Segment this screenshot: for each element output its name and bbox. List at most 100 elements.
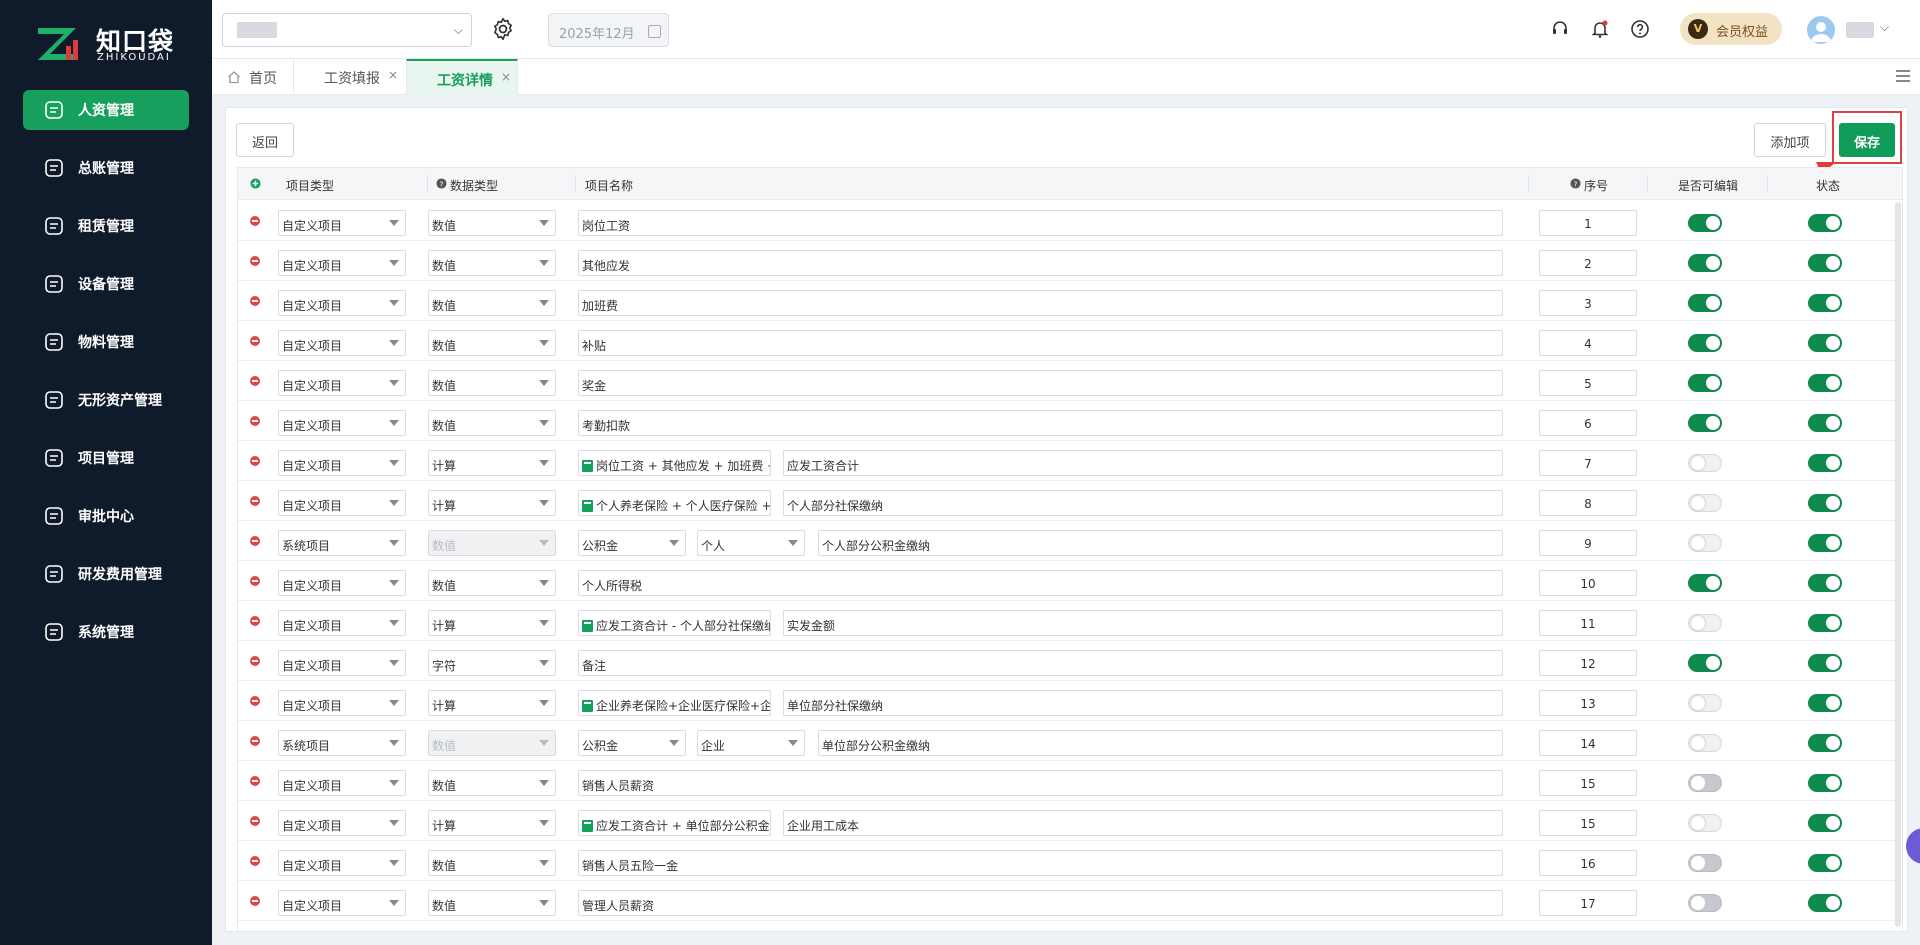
data-type-select[interactable]: 数值 [428, 570, 556, 596]
item-name-input[interactable]: 加班费 [578, 290, 1503, 316]
editable-toggle[interactable] [1688, 654, 1722, 672]
user-avatar[interactable] [1807, 16, 1835, 44]
sidebar-item-3[interactable]: 设备管理 [23, 264, 189, 304]
remove-row-icon[interactable] [250, 256, 260, 266]
seq-input[interactable]: 2 [1539, 250, 1637, 276]
seq-input[interactable]: 9 [1539, 530, 1637, 556]
editable-toggle[interactable] [1688, 734, 1722, 752]
seq-input[interactable]: 5 [1539, 370, 1637, 396]
item-name-input[interactable]: 管理人员薪资 [578, 890, 1503, 916]
remove-row-icon[interactable] [250, 216, 260, 226]
item-type-select[interactable]: 自定义项目 [278, 250, 406, 276]
seq-input[interactable]: 3 [1539, 290, 1637, 316]
data-type-select[interactable]: 数值 [428, 210, 556, 236]
remove-row-icon[interactable] [250, 736, 260, 746]
settings-gear-icon[interactable] [490, 16, 516, 42]
status-toggle[interactable] [1808, 574, 1842, 592]
add-row-icon[interactable] [250, 178, 261, 192]
status-toggle[interactable] [1808, 614, 1842, 632]
item-name-input[interactable]: 企业用工成本 [783, 810, 1503, 836]
chat-widget-icon[interactable] [1906, 828, 1920, 864]
editable-toggle[interactable] [1688, 334, 1722, 352]
item-name-input[interactable]: 个人部分社保缴纳 [783, 490, 1503, 516]
seq-input[interactable]: 16 [1539, 850, 1637, 876]
status-toggle[interactable] [1808, 214, 1842, 232]
status-toggle[interactable] [1808, 814, 1842, 832]
remove-row-icon[interactable] [250, 776, 260, 786]
tab-salary-entry[interactable]: 工资填报 × [294, 59, 418, 95]
seq-input[interactable]: 6 [1539, 410, 1637, 436]
editable-toggle[interactable] [1688, 574, 1722, 592]
data-type-select[interactable]: 计算 [428, 690, 556, 716]
item-name-input[interactable]: 备注 [578, 650, 1503, 676]
remove-row-icon[interactable] [250, 616, 260, 626]
data-type-select[interactable]: 数值 [428, 890, 556, 916]
sidebar-item-8[interactable]: 研发费用管理 [23, 554, 189, 594]
data-type-select[interactable]: 数值 [428, 770, 556, 796]
editable-toggle[interactable] [1688, 494, 1722, 512]
sidebar-item-5[interactable]: 无形资产管理 [23, 380, 189, 420]
remove-row-icon[interactable] [250, 496, 260, 506]
status-toggle[interactable] [1808, 494, 1842, 512]
data-type-select[interactable]: 数值 [428, 330, 556, 356]
item-name-input[interactable]: 应发工资合计 [783, 450, 1503, 476]
month-picker[interactable]: 2025年12月 [548, 13, 669, 47]
item-type-select[interactable]: 自定义项目 [278, 690, 406, 716]
user-name-redacted[interactable] [1846, 22, 1874, 38]
sidebar-item-0[interactable]: 人资管理 [23, 90, 189, 130]
data-type-select[interactable]: 字符 [428, 650, 556, 676]
item-type-select[interactable]: 自定义项目 [278, 570, 406, 596]
item-type-select[interactable]: 自定义项目 [278, 210, 406, 236]
item-name-input[interactable]: 岗位工资 [578, 210, 1503, 236]
status-toggle[interactable] [1808, 774, 1842, 792]
item-type-select[interactable]: 自定义项目 [278, 650, 406, 676]
item-type-select[interactable]: 自定义项目 [278, 890, 406, 916]
remove-row-icon[interactable] [250, 856, 260, 866]
item-type-select[interactable]: 自定义项目 [278, 490, 406, 516]
sidebar-item-6[interactable]: 项目管理 [23, 438, 189, 478]
status-toggle[interactable] [1808, 694, 1842, 712]
data-type-select[interactable]: 数值 [428, 290, 556, 316]
tab-home[interactable]: 首页 [212, 59, 294, 95]
editable-toggle[interactable] [1688, 374, 1722, 392]
data-type-select[interactable]: 计算 [428, 450, 556, 476]
item-type-select[interactable]: 自定义项目 [278, 450, 406, 476]
item-name-input[interactable]: 单位部分社保缴纳 [783, 690, 1503, 716]
remove-row-icon[interactable] [250, 696, 260, 706]
system-category-select[interactable]: 公积金 [578, 530, 686, 556]
seq-input[interactable]: 13 [1539, 690, 1637, 716]
editable-toggle[interactable] [1688, 454, 1722, 472]
remove-row-icon[interactable] [250, 656, 260, 666]
editable-toggle[interactable] [1688, 254, 1722, 272]
seq-input[interactable]: 17 [1539, 890, 1637, 916]
item-type-select[interactable]: 自定义项目 [278, 610, 406, 636]
sidebar-item-2[interactable]: 租赁管理 [23, 206, 189, 246]
headset-icon[interactable] [1550, 19, 1570, 39]
item-type-select[interactable]: 系统项目 [278, 530, 406, 556]
seq-input[interactable]: 15 [1539, 810, 1637, 836]
help-icon[interactable]: ? [1570, 178, 1581, 192]
add-item-button[interactable]: 添加项 [1754, 123, 1826, 157]
editable-toggle[interactable] [1688, 414, 1722, 432]
item-type-select[interactable]: 自定义项目 [278, 370, 406, 396]
system-scope-select[interactable]: 企业 [697, 730, 805, 756]
status-toggle[interactable] [1808, 734, 1842, 752]
editable-toggle[interactable] [1688, 774, 1722, 792]
remove-row-icon[interactable] [250, 296, 260, 306]
company-select[interactable]: ⌵ [222, 13, 472, 47]
sidebar-item-4[interactable]: 物料管理 [23, 322, 189, 362]
remove-row-icon[interactable] [250, 376, 260, 386]
save-button[interactable]: 保存 [1839, 123, 1895, 157]
sidebar-item-1[interactable]: 总账管理 [23, 148, 189, 188]
remove-row-icon[interactable] [250, 536, 260, 546]
formula-field[interactable]: 企业养老保险+企业医疗保险+企 [578, 690, 771, 716]
formula-field[interactable]: 岗位工资 + 其他应发 + 加班费 + [578, 450, 771, 476]
remove-row-icon[interactable] [250, 576, 260, 586]
remove-row-icon[interactable] [250, 816, 260, 826]
seq-input[interactable]: 7 [1539, 450, 1637, 476]
item-name-input[interactable]: 其他应发 [578, 250, 1503, 276]
remove-row-icon[interactable] [250, 336, 260, 346]
editable-toggle[interactable] [1688, 534, 1722, 552]
status-toggle[interactable] [1808, 294, 1842, 312]
item-name-input[interactable]: 考勤扣款 [578, 410, 1503, 436]
